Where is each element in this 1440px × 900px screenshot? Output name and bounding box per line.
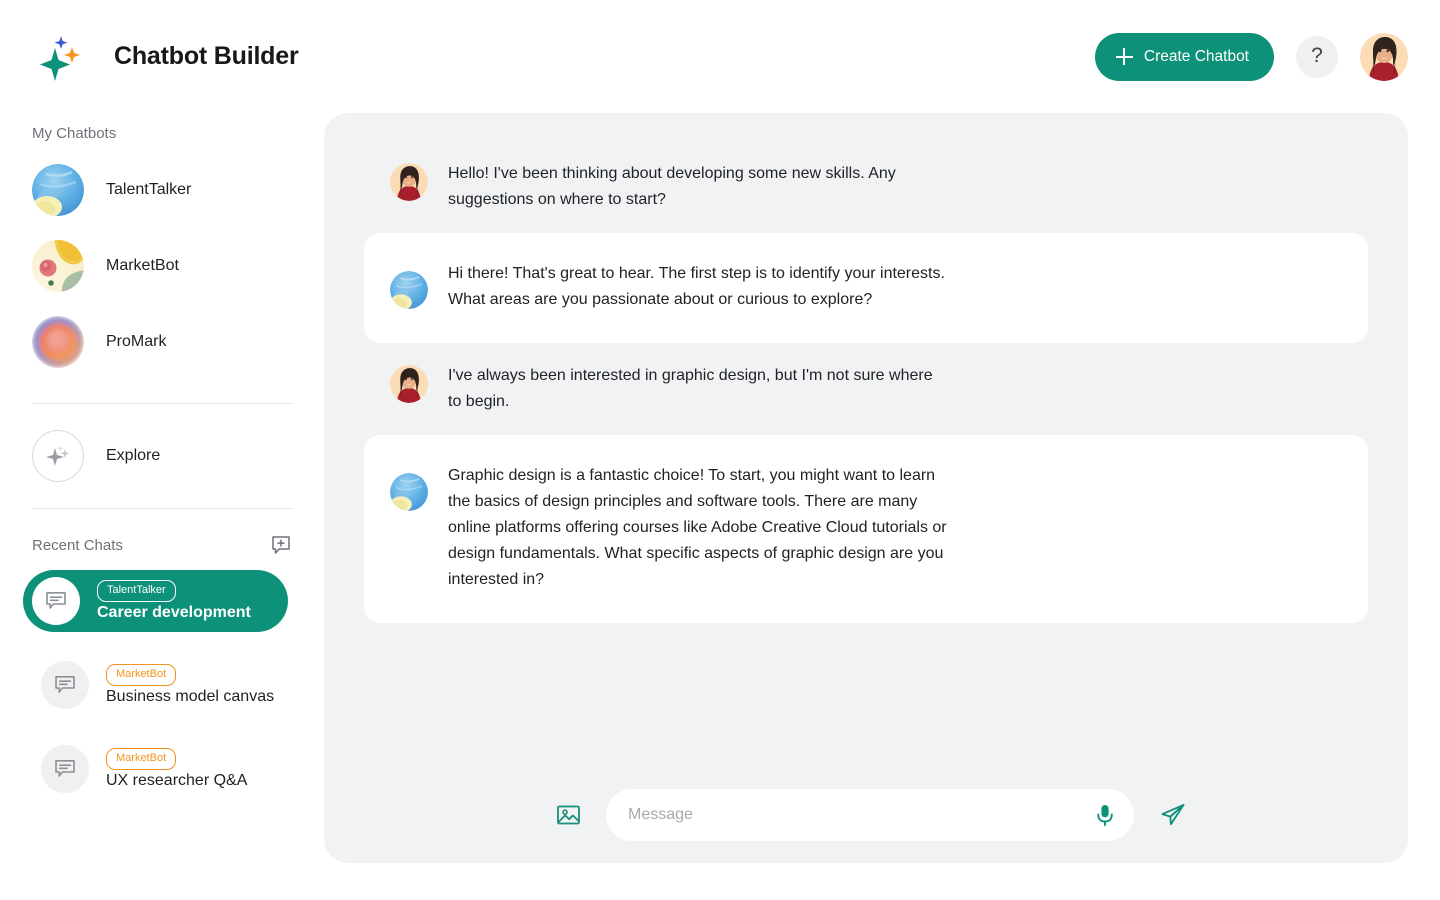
message-list: Hello! I've been thinking about developi… (324, 113, 1408, 623)
sidebar-item-explore[interactable]: Explore (32, 430, 292, 482)
page-title: Chatbot Builder (114, 42, 299, 70)
sidebar-item-label: MarketBot (106, 257, 179, 274)
user-avatar (390, 163, 428, 201)
sidebar-item-talenttalker[interactable]: TalentTalker (32, 164, 292, 216)
list-item-texts: MarketBot Business model canvas (106, 664, 274, 706)
avatar[interactable] (1360, 32, 1408, 81)
recent-chats-list: TalentTalker Career development MarketBo… (23, 570, 292, 822)
chat-bubble-icon (41, 745, 89, 793)
chat-bubble-icon (41, 661, 89, 709)
list-item[interactable]: MarketBot Business model canvas (32, 654, 292, 716)
sidebar-divider-top (32, 403, 292, 404)
message-input-wrap[interactable] (606, 789, 1134, 841)
message-bot: Hi there! That's great to hear. The firs… (364, 233, 1368, 343)
talenttalker-avatar (390, 473, 428, 511)
sidebar-divider-bottom (32, 508, 292, 509)
promark-avatar (32, 316, 84, 368)
app-root: Chatbot Builder Create Chatbot ? My Chat… (0, 0, 1440, 900)
help-button[interactable]: ? (1296, 35, 1338, 78)
list-item-texts: TalentTalker Career development (97, 580, 251, 622)
list-item[interactable]: TalentTalker Career development (23, 570, 288, 632)
chat-bubble-icon (32, 577, 80, 625)
send-paper-plane-icon[interactable] (1159, 802, 1186, 829)
sparkle-logo-icon (30, 28, 88, 86)
message-user: I've always been interested in graphic d… (364, 343, 1368, 435)
talenttalker-avatar (390, 271, 428, 309)
question-mark-icon: ? (1311, 43, 1323, 67)
message-user: Hello! I've been thinking about developi… (364, 141, 1368, 233)
create-chatbot-button[interactable]: Create Chatbot (1094, 32, 1274, 81)
app-header: Chatbot Builder Create Chatbot ? (0, 0, 1440, 113)
user-avatar (390, 365, 428, 403)
status-badge: MarketBot (106, 748, 177, 770)
marketbot-avatar (32, 240, 84, 292)
my-chatbots-label: My Chatbots (32, 125, 117, 142)
recent-chats-header: Recent Chats (32, 534, 292, 556)
create-chatbot-label: Create Chatbot (1143, 47, 1249, 65)
list-item-texts: MarketBot UX researcher Q&A (106, 748, 247, 790)
list-item-title: Business model canvas (106, 688, 275, 705)
explore-label: Explore (106, 447, 161, 464)
talenttalker-avatar (32, 164, 84, 216)
list-item-title: UX researcher Q&A (106, 772, 248, 789)
image-upload-icon[interactable] (556, 803, 581, 828)
list-item-title: Career development (97, 604, 251, 621)
sidebar-item-label: TalentTalker (106, 181, 192, 198)
plus-icon (1115, 48, 1133, 65)
recent-chats-label: Recent Chats (32, 536, 123, 554)
message-composer (324, 767, 1408, 863)
header-actions: Create Chatbot ? (1094, 32, 1408, 81)
chat-panel: Hello! I've been thinking about developi… (324, 113, 1408, 863)
list-item[interactable]: MarketBot UX researcher Q&A (32, 738, 292, 800)
brand: Chatbot Builder (30, 28, 299, 86)
status-badge: MarketBot (106, 664, 177, 686)
sidebar-item-marketbot[interactable]: MarketBot (32, 240, 292, 292)
message-text: I've always been interested in graphic d… (448, 367, 933, 410)
message-text: Graphic design is a fantastic choice! To… (448, 467, 947, 588)
search-input[interactable] (628, 789, 1082, 841)
sidebar: My Chatbots TalentTalker MarketBot ProMa… (0, 113, 324, 900)
message-text: Hi there! That's great to hear. The firs… (448, 265, 945, 308)
new-chat-icon[interactable] (270, 534, 292, 556)
sidebar-item-promark[interactable]: ProMark (32, 316, 292, 368)
status-badge: TalentTalker (97, 580, 176, 602)
message-text: Hello! I've been thinking about developi… (448, 165, 896, 208)
chatbot-list: TalentTalker MarketBot ProMark (32, 164, 292, 392)
microphone-icon[interactable] (1094, 803, 1116, 827)
message-bot: Graphic design is a fantastic choice! To… (364, 435, 1368, 623)
sidebar-item-label: ProMark (106, 333, 167, 350)
sparkle-icon (32, 430, 84, 482)
